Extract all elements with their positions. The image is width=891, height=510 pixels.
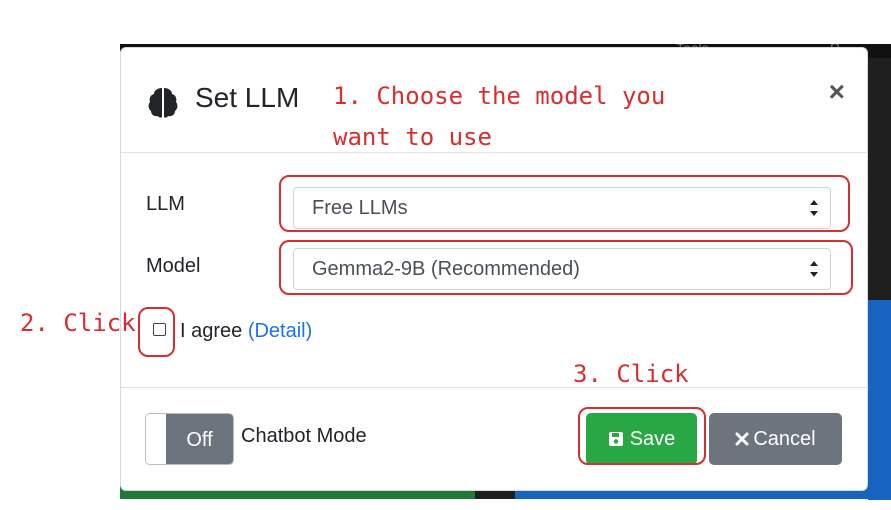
modal-footer-divider bbox=[120, 387, 868, 388]
chatbot-mode-label: Chatbot Mode bbox=[241, 425, 367, 447]
annotation-step3: 3. Click bbox=[573, 360, 689, 388]
cancel-label: Cancel bbox=[753, 427, 816, 450]
background-blue-edge bbox=[868, 300, 891, 500]
llm-label: LLM bbox=[146, 193, 185, 215]
annotation-step2: 2. Click bbox=[20, 309, 136, 337]
toggle-knob bbox=[146, 414, 167, 464]
modal-title: Set LLM bbox=[195, 82, 300, 113]
annotation-box-save bbox=[578, 407, 706, 465]
cancel-button[interactable]: Cancel bbox=[709, 413, 842, 465]
agree-label: I agree (Detail) bbox=[180, 320, 312, 343]
model-label: Model bbox=[146, 255, 201, 277]
annotation-box-model bbox=[279, 240, 853, 295]
annotation-box-checkbox bbox=[138, 307, 175, 357]
agree-text: I agree bbox=[180, 320, 243, 342]
detail-link[interactable]: (Detail) bbox=[248, 320, 312, 342]
times-icon bbox=[735, 432, 749, 446]
brain-icon bbox=[148, 88, 178, 118]
toggle-state: Off bbox=[166, 414, 233, 464]
annotation-step1-line2: want to use bbox=[333, 123, 492, 151]
close-icon[interactable]: × bbox=[829, 78, 845, 106]
chatbot-mode-toggle[interactable]: Off bbox=[145, 413, 234, 465]
annotation-box-llm bbox=[279, 175, 850, 232]
annotation-step1-line1: 1. Choose the model you bbox=[333, 82, 666, 110]
